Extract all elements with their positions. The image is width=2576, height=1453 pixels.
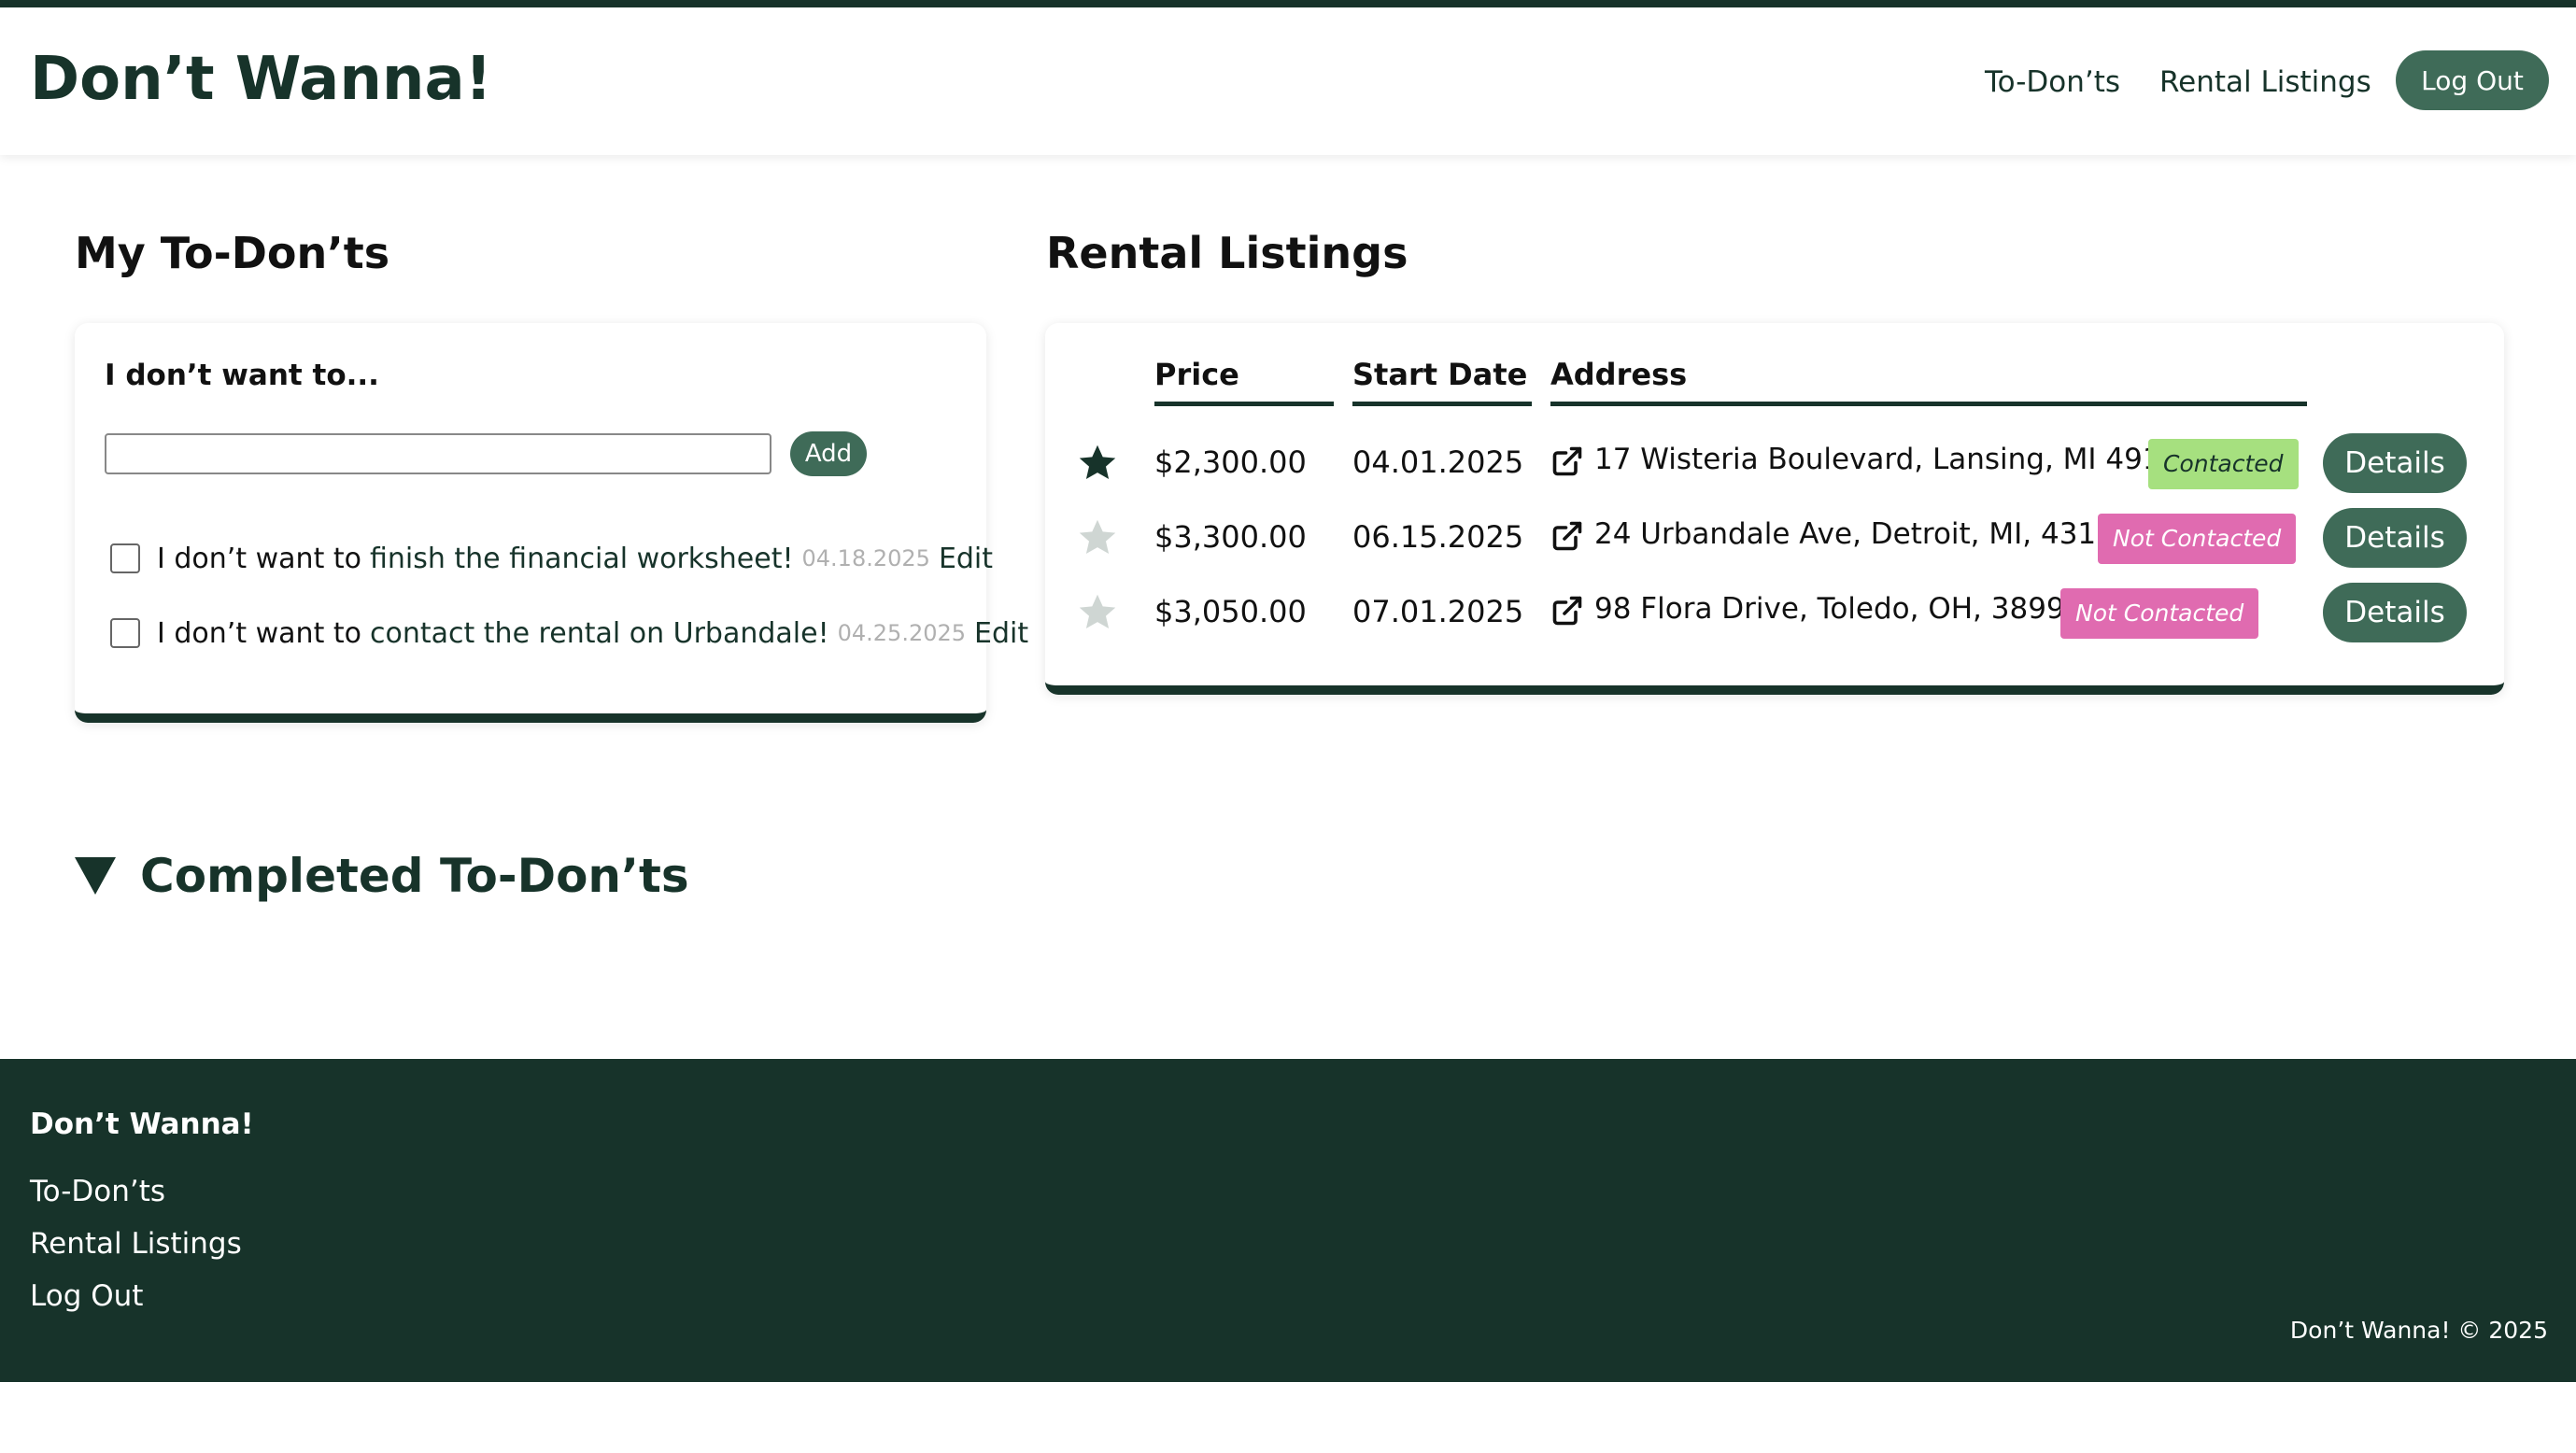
footer-copyright: Don’t Wanna! © 2025 [2289, 1317, 2548, 1344]
status-badge-not-contacted: Not Contacted [2098, 514, 2297, 564]
todo-item: I don’t want to contact the rental on Ur… [110, 613, 1028, 654]
column-header-price: Price [1154, 357, 1334, 406]
details-button[interactable]: Details [2323, 433, 2467, 493]
address-cell: 98 Flora Drive, Toledo, OH, 38991 [1594, 592, 2084, 626]
footer-brand: Don’t Wanna! [30, 1107, 254, 1141]
price-cell: $3,050.00 [1154, 594, 1307, 629]
rentals-section-title: Rental Listings [1046, 228, 1408, 278]
todo-text: finish the financial worksheet! [369, 542, 794, 575]
site-footer: Don’t Wanna! To-Don’ts Rental Listings L… [0, 1059, 2576, 1382]
brand-logo[interactable]: Don’t Wanna! [30, 45, 492, 114]
todo-checkbox[interactable] [110, 543, 140, 573]
todo-edit-link[interactable]: Edit [939, 543, 993, 575]
star-icon[interactable] [1077, 443, 1118, 484]
rentals-card: Price Start Date Address $2,300.00 04.01… [1045, 323, 2504, 695]
todo-text: contact the rental on Urbandale! [369, 616, 829, 650]
todo-input-label: I don’t want to... [105, 359, 379, 392]
site-header: Don’t Wanna! To-Don’ts Rental Listings L… [0, 7, 2576, 155]
todo-date: 04.18.2025 [801, 545, 930, 571]
footer-link-rental-listings[interactable]: Rental Listings [30, 1227, 242, 1261]
start-date-cell: 07.01.2025 [1352, 594, 1524, 629]
star-icon[interactable] [1077, 592, 1118, 633]
completed-section-title: Completed To-Don’ts [140, 849, 689, 903]
star-icon[interactable] [1077, 517, 1118, 558]
footer-link-todonts[interactable]: To-Don’ts [30, 1175, 165, 1208]
triangle-down-icon [75, 857, 116, 895]
todo-input[interactable] [105, 433, 771, 474]
status-badge-not-contacted: Not Contacted [2060, 588, 2259, 639]
nav-link-todonts[interactable]: To-Don’ts [1985, 65, 2120, 99]
price-cell: $2,300.00 [1154, 444, 1307, 480]
todo-date: 04.25.2025 [837, 620, 967, 646]
start-date-cell: 06.15.2025 [1352, 519, 1524, 555]
top-accent-bar [0, 0, 2576, 7]
external-link-icon[interactable] [1550, 519, 1584, 553]
external-link-icon[interactable] [1550, 594, 1584, 628]
todo-edit-link[interactable]: Edit [974, 617, 1028, 650]
table-row: $2,300.00 04.01.2025 17 Wisteria Bouleva… [1045, 433, 2504, 493]
nav-link-rental-listings[interactable]: Rental Listings [2159, 65, 2371, 99]
footer-link-logout[interactable]: Log Out [30, 1279, 143, 1313]
completed-todonts-toggle[interactable]: Completed To-Don’ts [75, 848, 689, 904]
column-header-start-date: Start Date [1352, 357, 1532, 406]
status-badge-contacted: Contacted [2148, 439, 2299, 489]
todo-item: I don’t want to finish the financial wor… [110, 538, 993, 579]
table-row: $3,050.00 07.01.2025 98 Flora Drive, Tol… [1045, 583, 2504, 642]
todonts-section-title: My To-Don’ts [75, 228, 390, 278]
price-cell: $3,300.00 [1154, 519, 1307, 555]
details-button[interactable]: Details [2323, 508, 2467, 568]
todo-prefix: I don’t want to [157, 616, 361, 650]
logout-button[interactable]: Log Out [2396, 50, 2549, 110]
start-date-cell: 04.01.2025 [1352, 444, 1524, 480]
table-row: $3,300.00 06.15.2025 24 Urbandale Ave, D… [1045, 508, 2504, 568]
address-cell: 17 Wisteria Boulevard, Lansing, MI 49101 [1594, 443, 2199, 476]
todo-prefix: I don’t want to [157, 542, 361, 575]
external-link-icon[interactable] [1550, 444, 1584, 478]
details-button[interactable]: Details [2323, 583, 2467, 642]
add-todo-button[interactable]: Add [790, 431, 867, 476]
column-header-address: Address [1550, 357, 2307, 406]
todonts-card: I don’t want to... Add I don’t want to f… [75, 323, 1028, 723]
todo-checkbox[interactable] [110, 618, 140, 648]
address-cell: 24 Urbandale Ave, Detroit, MI, 43109 [1594, 517, 2133, 551]
